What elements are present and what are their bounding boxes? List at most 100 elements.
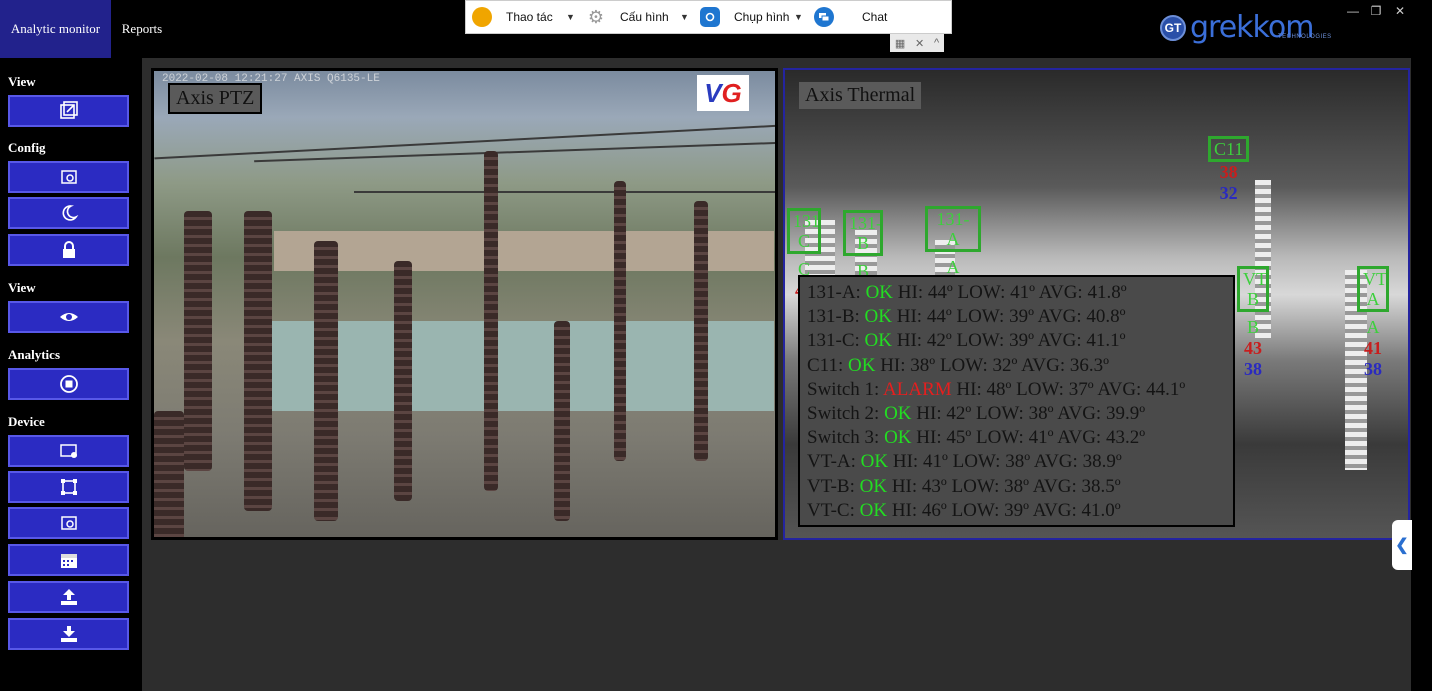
- device-camera-config-button[interactable]: [8, 435, 129, 467]
- low-label: LOW:: [976, 402, 1024, 424]
- hi-value: 38: [910, 354, 930, 376]
- status-row-name: 131-A:: [807, 282, 861, 303]
- hi-label: HI:: [896, 306, 923, 328]
- caret-down-icon[interactable]: ▼: [794, 12, 808, 22]
- low-value: 37: [1068, 378, 1088, 400]
- avg-value: 41.0: [1081, 499, 1115, 521]
- low-label: LOW:: [951, 499, 1000, 521]
- hi-value: 43: [921, 475, 941, 497]
- logo-subtitle: TECHNOLOGIES: [1278, 34, 1332, 40]
- avg-label: AVG:: [1057, 427, 1102, 449]
- tab-reports[interactable]: Reports: [111, 0, 173, 58]
- device-download-button[interactable]: [8, 618, 129, 650]
- device-upload-button[interactable]: [8, 581, 129, 613]
- compass-icon: [472, 7, 492, 27]
- restore-icon[interactable]: ❐: [1365, 4, 1387, 18]
- avg-value: 38.5: [1081, 475, 1115, 497]
- camera-label-ptz: Axis PTZ: [168, 83, 263, 114]
- low-label: LOW:: [956, 306, 1005, 328]
- config-camera-settings-button[interactable]: [8, 161, 129, 193]
- collapse-panel-tab[interactable]: ❮: [1392, 520, 1412, 570]
- hi-value: 44: [926, 306, 946, 328]
- close-icon[interactable]: ✕: [915, 37, 924, 50]
- close-window-icon[interactable]: ✕: [1389, 4, 1411, 18]
- floating-toolbar: Thao tác ▼ ⚙ Cấu hình ▼ Chụp hình ▼ Chat: [465, 0, 952, 34]
- chevron-up-icon[interactable]: ^: [934, 37, 939, 49]
- view-eye-button[interactable]: [8, 301, 129, 333]
- degree-symbol: º: [940, 499, 947, 521]
- degree-symbol: º: [1179, 378, 1186, 400]
- degree-symbol: º: [1139, 427, 1146, 449]
- device-settings-button[interactable]: [8, 507, 129, 539]
- analytics-stop-button[interactable]: [8, 368, 129, 400]
- toolbar-chup-hinh[interactable]: Chụp hình ▼: [694, 1, 808, 33]
- device-schedule-button[interactable]: [8, 544, 129, 576]
- degree-symbol: º: [1103, 354, 1110, 376]
- caret-down-icon[interactable]: ▼: [566, 12, 580, 22]
- low-value: 38: [1028, 402, 1048, 424]
- stop-icon: [59, 375, 78, 393]
- tab-analytic-monitor[interactable]: Analytic monitor: [0, 0, 111, 58]
- grid-icon[interactable]: ▦: [895, 37, 905, 50]
- ptz-camera-view[interactable]: 2022-02-08 12:21:27 AXIS Q6135-LE VVGG A…: [151, 68, 778, 540]
- power-wire: [254, 141, 775, 163]
- toolbar-cau-hinh[interactable]: ⚙ Cấu hình ▼: [580, 1, 694, 33]
- degree-symbol: º: [945, 330, 952, 352]
- low-label: LOW:: [1016, 378, 1064, 400]
- degree-symbol: º: [1047, 402, 1054, 424]
- degree-symbol: º: [1011, 354, 1018, 376]
- status-row-name: Switch 1:: [807, 378, 880, 400]
- low-value: 32: [992, 354, 1012, 376]
- degree-symbol: º: [1119, 330, 1126, 352]
- status-row: 131-A: OK HI: 44º LOW: 41º AVG: 41.8º: [807, 281, 1233, 305]
- insulator: [614, 181, 626, 461]
- low-label: LOW:: [939, 354, 988, 376]
- minimize-icon[interactable]: —: [1342, 4, 1364, 18]
- degree-symbol: º: [1119, 306, 1126, 328]
- camera-label-thermal: Axis Thermal: [799, 82, 922, 109]
- avg-value: 40.8: [1086, 306, 1120, 328]
- insulator: [554, 321, 570, 521]
- insulator: [394, 261, 412, 501]
- avg-label: AVG:: [1097, 378, 1142, 400]
- low-label: LOW:: [956, 330, 1005, 352]
- degree-symbol: º: [965, 402, 972, 424]
- config-lock-button[interactable]: [8, 234, 129, 266]
- config-night-mode-button[interactable]: [8, 197, 129, 229]
- toolbar-mini-controls: ▦ ✕ ^: [890, 34, 944, 52]
- hi-label: HI:: [897, 282, 924, 303]
- toolbar-label: Chụp hình: [734, 10, 790, 24]
- avg-label: AVG:: [1057, 402, 1102, 424]
- degree-symbol: º: [1114, 499, 1121, 521]
- status-row: VT-B: OK HI: 43º LOW: 38º AVG: 38.5º: [807, 475, 1233, 499]
- avg-value: 43.2: [1105, 427, 1140, 449]
- marker-c11: C11 38 32: [1208, 136, 1250, 204]
- insulator: [244, 211, 272, 511]
- status-value: OK: [848, 354, 876, 376]
- status-row-name: VT-B:: [807, 475, 855, 497]
- caret-down-icon[interactable]: ▼: [680, 12, 694, 22]
- degree-symbol: º: [1115, 451, 1122, 473]
- insulator: [184, 211, 212, 471]
- status-row: C11: OK HI: 38º LOW: 32º AVG: 36.3º: [807, 354, 1233, 378]
- degree-symbol: º: [929, 354, 936, 376]
- toolbar-thao-tac[interactable]: Thao tác ▼: [466, 1, 580, 33]
- avg-label: AVG:: [1032, 499, 1077, 521]
- avg-value: 39.9: [1105, 402, 1140, 424]
- avg-value: 36.3: [1069, 354, 1104, 376]
- avg-label: AVG:: [1038, 282, 1083, 303]
- hi-label: HI:: [916, 402, 942, 424]
- status-row: Switch 2: OK HI: 42º LOW: 38º AVG: 39.9º: [807, 402, 1233, 426]
- calendar-icon: [60, 554, 77, 568]
- view-expand-button[interactable]: [8, 95, 129, 127]
- degree-symbol: º: [1005, 378, 1012, 400]
- degree-symbol: º: [1047, 427, 1054, 449]
- degree-symbol: º: [1029, 282, 1036, 303]
- toolbar-chat[interactable]: Chat: [808, 1, 922, 33]
- device-area-button[interactable]: [8, 471, 129, 503]
- status-value: OK: [859, 499, 888, 521]
- moon-icon: [62, 205, 78, 221]
- camera-settings-icon: [60, 170, 77, 184]
- insulator: [484, 151, 498, 491]
- section-config: Config: [8, 140, 46, 155]
